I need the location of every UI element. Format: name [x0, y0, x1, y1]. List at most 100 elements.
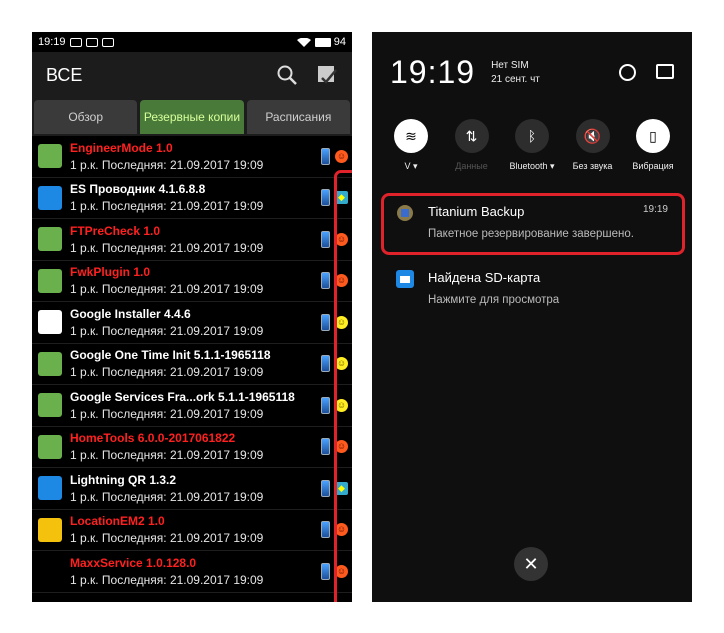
backup-info: 1 р.к. Последняя: 21.09.2017 19:09: [70, 282, 264, 297]
notification-sd-card[interactable]: Найдена SD-карта Нажмите для просмотра: [386, 262, 678, 314]
list-item[interactable]: Google Installer 4.4.6 1 р.к. Последняя: …: [32, 302, 352, 344]
list-item[interactable]: Google One Time Init 5.1.1-1965118 1 р.к.…: [32, 344, 352, 385]
list-item[interactable]: HomeTools 6.0.0-2017061822 1 р.к. Последн…: [32, 427, 352, 468]
app-name: ES Проводник 4.1.6.8.8: [70, 182, 206, 197]
backup-info: 1 р.к. Последняя: 21.09.2017 19:09: [70, 406, 264, 421]
app-icon: [38, 393, 62, 418]
message-icon: [101, 37, 114, 47]
clock: 19:19: [390, 54, 476, 90]
app-icon: [38, 559, 62, 584]
notification-shade: 19:19 Нет SIM 21 сент. чт ≋ V ▾ ⇅ Данные ᛒ Bl…: [372, 32, 692, 602]
wifi-icon[interactable]: ≋: [394, 119, 428, 153]
list-item[interactable]: Google Services Fra...ork 5.1.1-1965118 1…: [32, 385, 352, 427]
app-icon: [38, 476, 62, 501]
app-name: EngineerMode 1.0: [70, 140, 173, 155]
date-label: 21 сент. чт: [491, 73, 540, 85]
vibration-icon[interactable]: ▯: [636, 119, 670, 153]
notification-title: Titanium Backup: [428, 204, 525, 219]
quick-tile[interactable]: ⇅ Данные: [443, 119, 501, 172]
expand-icon[interactable]: [619, 64, 636, 81]
list-item[interactable]: FwkPlugin 1.0 1 р.к. Последняя: 21.09.201…: [32, 261, 352, 302]
backup-info: 1 р.к. Последняя: 21.09.2017 19:09: [70, 157, 264, 172]
app-icon: [38, 434, 62, 459]
app-name: HomeTools 6.0.0-2017061822: [70, 431, 236, 446]
app-name: LocationEM2 1.0: [70, 514, 165, 529]
device-storage-icon: [321, 521, 330, 539]
status-bar: 19:19 94: [32, 32, 352, 52]
sim-status: Нет SIM: [491, 59, 529, 71]
quick-settings: ≋ V ▾ ⇅ Данные ᛒ Bluetooth ▾ 🔇 Без звука ▯ Вибрац…: [372, 119, 692, 172]
list-item[interactable]: Lightning QR 1.3.2 1 р.к. Последняя: 21.0…: [32, 468, 352, 510]
device-storage-icon: [321, 189, 330, 207]
status-smiley-icon: ☺: [335, 149, 348, 163]
device-storage-icon: [321, 562, 330, 580]
app-name: MaxxService 1.0.128.0: [70, 555, 197, 570]
device-storage-icon: [321, 147, 330, 165]
device-storage-icon: [321, 355, 330, 373]
tab-backups[interactable]: Резервные копии: [140, 100, 244, 134]
battery-level: 94: [333, 36, 346, 48]
status-column-highlight: [334, 170, 352, 602]
device-storage-icon: [321, 230, 330, 248]
mail-icon: [85, 37, 98, 47]
mute-icon[interactable]: 🔇: [575, 119, 610, 153]
backup-info: 1 р.к. Последняя: 21.09.2017 19:09: [70, 572, 264, 587]
inbox-icon[interactable]: [656, 64, 674, 79]
titanium-backup-icon: [397, 205, 413, 221]
quick-tile[interactable]: ᛒ Bluetooth ▾: [503, 119, 561, 172]
bluetooth-icon[interactable]: ᛒ: [515, 119, 549, 153]
sim-info: Нет SIM 21 сент. чт: [491, 59, 540, 87]
page-title: ВСЕ: [46, 64, 83, 85]
quick-tile[interactable]: ▯ Вибрация: [624, 119, 682, 172]
list-item[interactable]: MaxxService 1.0.128.0 1 р.к. Последняя: 2…: [32, 551, 352, 593]
quick-tile[interactable]: 🔇 Без звука: [564, 119, 622, 172]
notification-titanium[interactable]: Titanium Backup 19:19 Пакетное резервиро…: [386, 196, 678, 248]
shade-header: 19:19 Нет SIM 21 сент. чт: [372, 32, 692, 91]
app-name: FTPreCheck 1.0: [70, 223, 161, 238]
select-all-icon[interactable]: [316, 64, 338, 86]
battery-icon: [314, 37, 331, 47]
app-icon: [38, 227, 62, 252]
notification-title: Найдена SD-карта: [428, 270, 541, 285]
quick-tile-label: Без звука: [572, 161, 613, 171]
app-name: Lightning QR 1.3.2: [70, 472, 177, 487]
quick-tile-label: Данные: [455, 161, 488, 171]
device-storage-icon: [321, 272, 330, 290]
tab-bar: Обзор Резервные копии Расписания: [32, 98, 352, 136]
device-storage-icon: [321, 479, 330, 497]
quick-tile-label: V ▾: [404, 161, 418, 171]
list-item[interactable]: EngineerMode 1.0 1 р.к. Последняя: 21.09.…: [32, 136, 352, 178]
notification-icon: [69, 37, 82, 47]
app-icon: [38, 185, 62, 210]
app-list-screen: 19:19 94 ВСЕ Обзор Резервные копии Распи…: [32, 32, 352, 602]
list-item[interactable]: LocationEM2 1.0 1 р.к. Последняя: 21.09.2…: [32, 510, 352, 551]
backup-info: 1 р.к. Последняя: 21.09.2017 19:09: [70, 448, 264, 463]
list-item[interactable]: FTPreCheck 1.0 1 р.к. Последняя: 21.09.20…: [32, 219, 352, 261]
app-icon: [38, 351, 62, 376]
quick-tile[interactable]: ≋ V ▾: [382, 119, 440, 172]
notification-text: Пакетное резервирование завершено.: [428, 228, 634, 240]
notification-time: 19:19: [642, 204, 668, 215]
clear-all-button[interactable]: ✕: [514, 547, 548, 581]
backup-info: 1 р.к. Последняя: 21.09.2017 19:09: [70, 531, 264, 546]
backup-info: 1 р.к. Последняя: 21.09.2017 19:09: [70, 489, 264, 504]
wifi-icon: [296, 37, 311, 47]
backup-info: 1 р.к. Последняя: 21.09.2017 19:09: [70, 240, 264, 255]
device-storage-icon: [321, 313, 330, 331]
device-storage-icon: [321, 438, 330, 456]
data-icon[interactable]: ⇅: [454, 119, 489, 153]
backup-info: 1 р.к. Последняя: 21.09.2017 19:09: [70, 365, 264, 380]
app-name: Google Installer 4.4.6: [70, 306, 191, 321]
tab-overview[interactable]: Обзор: [34, 100, 138, 134]
tab-schedules[interactable]: Расписания: [246, 100, 350, 134]
app-name: FwkPlugin 1.0: [70, 265, 151, 280]
sd-card-icon: [396, 270, 414, 288]
list-item[interactable]: ES Проводник 4.1.6.8.8 1 р.к. Последняя: …: [32, 178, 352, 219]
app-bar: ВСЕ: [32, 52, 352, 98]
search-icon[interactable]: [276, 64, 298, 86]
status-time: 19:19: [38, 36, 66, 48]
app-icon: [38, 144, 62, 169]
device-storage-icon: [321, 396, 330, 414]
notification-text: Нажмите для просмотра: [428, 294, 560, 306]
app-icon: [38, 517, 62, 542]
